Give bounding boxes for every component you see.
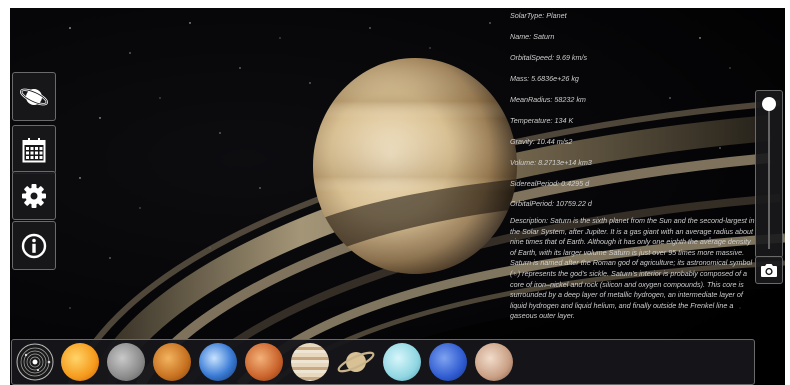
- pluto-button[interactable]: [475, 343, 513, 381]
- solar-system-icon[interactable]: [16, 343, 54, 381]
- mars-button[interactable]: [245, 343, 283, 381]
- planet-icon: [19, 88, 49, 105]
- planet-selector-bar: [11, 339, 755, 385]
- settings-button[interactable]: [12, 171, 56, 220]
- info-gravity: Gravity: 10.44 m/s2: [510, 137, 573, 146]
- screenshot-button[interactable]: [755, 256, 783, 284]
- info-sidereal-period: SiderealPeriod: 0.4295 d: [510, 179, 590, 188]
- uranus-button[interactable]: [383, 343, 421, 381]
- calendar-button[interactable]: [12, 125, 56, 174]
- info-button[interactable]: [12, 221, 56, 270]
- zoom-slider[interactable]: [755, 90, 783, 258]
- zoom-rail: [768, 103, 770, 249]
- planets-menu-button[interactable]: [12, 72, 56, 121]
- jupiter-button[interactable]: [291, 343, 329, 381]
- info-orbital-period: OrbitalPeriod: 10759.22 d: [510, 199, 592, 208]
- earth-button[interactable]: [199, 343, 237, 381]
- info-mean-radius: MeanRadius: 58232 km: [510, 95, 586, 104]
- info-description: Description: Saturn is the sixth planet …: [510, 216, 755, 321]
- info-icon: [21, 233, 47, 258]
- calendar-icon: [22, 137, 46, 162]
- camera-icon: [761, 263, 777, 277]
- mercury-button[interactable]: [107, 343, 145, 381]
- gear-icon: [22, 183, 46, 208]
- venus-button[interactable]: [153, 343, 191, 381]
- neptune-button[interactable]: [429, 343, 467, 381]
- saturn-scene[interactable]: [10, 8, 785, 385]
- sun-button[interactable]: [61, 343, 99, 381]
- info-orbital-speed: OrbitalSpeed: 9.69 km/s: [510, 53, 588, 62]
- info-solar-type: SolarType: Planet: [510, 11, 567, 20]
- zoom-slider-handle[interactable]: [762, 97, 776, 111]
- saturn-button[interactable]: [337, 343, 375, 381]
- info-volume: Volume: 8.2713e+14 km3: [510, 158, 592, 167]
- space-viewport[interactable]: SolarType: Planet Name: Saturn OrbitalSp…: [10, 8, 785, 385]
- info-mass: Mass: 5.6836e+26 kg: [510, 74, 579, 83]
- info-temperature: Temperature: 134 K: [510, 116, 574, 125]
- info-name: Name: Saturn: [510, 32, 555, 41]
